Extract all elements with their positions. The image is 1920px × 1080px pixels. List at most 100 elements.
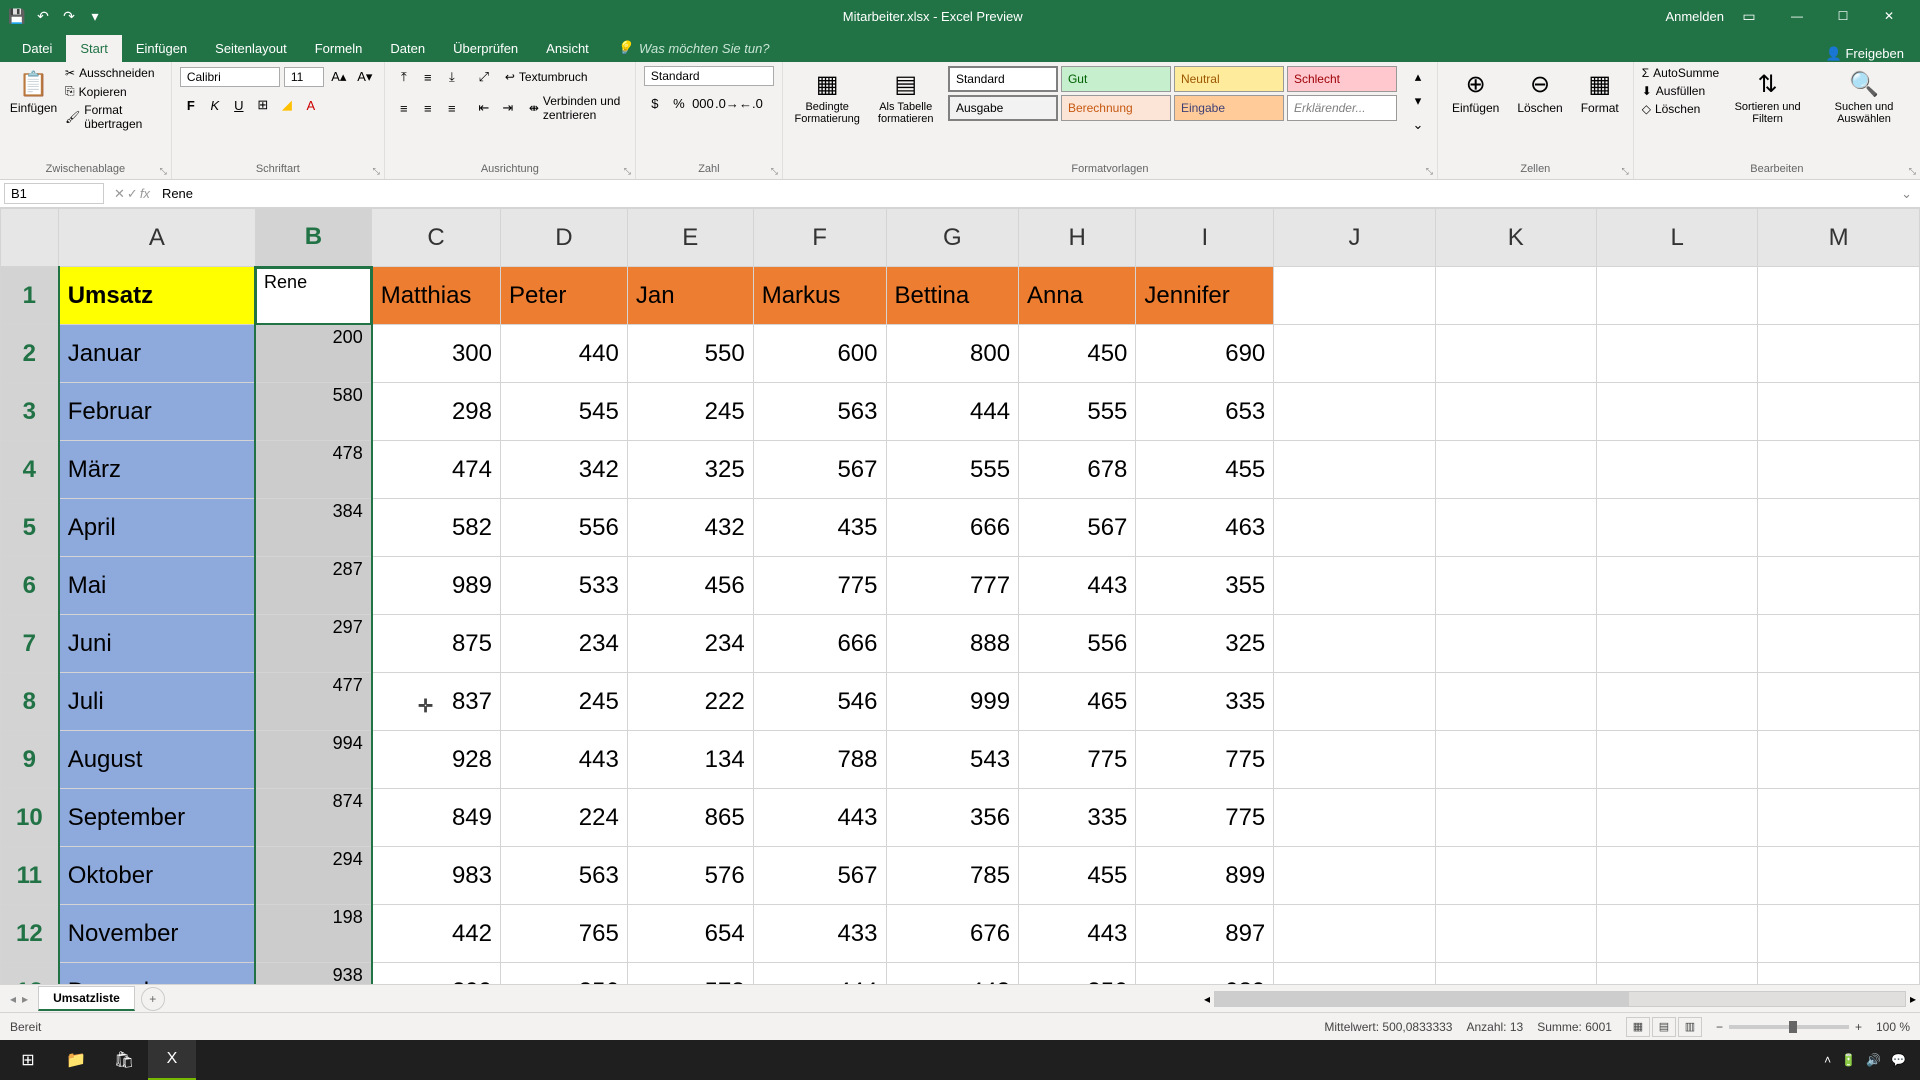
cell-L13[interactable] — [1596, 963, 1757, 985]
cell-H11[interactable]: 455 — [1019, 847, 1136, 905]
cell-D3[interactable]: 545 — [500, 383, 627, 441]
cell-L3[interactable] — [1596, 383, 1757, 441]
qat-more-icon[interactable]: ▾ — [86, 7, 104, 25]
cell-H6[interactable]: 443 — [1019, 557, 1136, 615]
sheet-tab-umsatzliste[interactable]: Umsatzliste — [38, 986, 135, 1011]
cell-J10[interactable] — [1274, 789, 1435, 847]
cell-M4[interactable] — [1758, 441, 1920, 499]
cell-K8[interactable] — [1435, 673, 1596, 731]
cell-G13[interactable]: 443 — [886, 963, 1019, 985]
cell-C7[interactable]: 875 — [372, 615, 501, 673]
horizontal-scrollbar[interactable]: ◂ ▸ — [1200, 990, 1920, 1008]
tab-daten[interactable]: Daten — [376, 35, 439, 62]
cell-C11[interactable]: 983 — [372, 847, 501, 905]
cell-A8[interactable]: Juli — [59, 673, 255, 731]
row-header-1[interactable]: 1 — [1, 267, 59, 325]
cell-D5[interactable]: 556 — [500, 499, 627, 557]
accept-formula-icon[interactable]: ✓ — [127, 186, 138, 202]
column-header-L[interactable]: L — [1596, 209, 1757, 267]
cell-G8[interactable]: 999 — [886, 673, 1019, 731]
cell-C8[interactable]: 837 — [372, 673, 501, 731]
currency-icon[interactable]: $ — [644, 92, 666, 114]
fill-color-button[interactable]: ◢ — [276, 94, 298, 116]
cell-I3[interactable]: 653 — [1136, 383, 1274, 441]
cell-F2[interactable]: 600 — [753, 325, 886, 383]
row-header-8[interactable]: 8 — [1, 673, 59, 731]
cell-C6[interactable]: 989 — [372, 557, 501, 615]
percent-icon[interactable]: % — [668, 92, 690, 114]
cell-D12[interactable]: 765 — [500, 905, 627, 963]
cell-C10[interactable]: 849 — [372, 789, 501, 847]
italic-button[interactable]: K — [204, 94, 226, 116]
cell-H9[interactable]: 775 — [1019, 731, 1136, 789]
cell-D13[interactable]: 356 — [500, 963, 627, 985]
cell-D7[interactable]: 234 — [500, 615, 627, 673]
style-neutral[interactable]: Neutral — [1174, 66, 1284, 92]
tell-me-search[interactable]: 💡 Was möchten Sie tun? — [603, 34, 784, 62]
cell-J1[interactable] — [1274, 267, 1435, 325]
cell-E5[interactable]: 432 — [627, 499, 753, 557]
cell-J6[interactable] — [1274, 557, 1435, 615]
cell-I13[interactable]: 989 — [1136, 963, 1274, 985]
cell-E4[interactable]: 325 — [627, 441, 753, 499]
cell-I8[interactable]: 335 — [1136, 673, 1274, 731]
cell-A5[interactable]: April — [59, 499, 255, 557]
cell-J3[interactable] — [1274, 383, 1435, 441]
cell-E7[interactable]: 234 — [627, 615, 753, 673]
view-normal-icon[interactable]: ▦ — [1626, 1017, 1650, 1037]
cell-I4[interactable]: 455 — [1136, 441, 1274, 499]
row-header-10[interactable]: 10 — [1, 789, 59, 847]
style-erklaerender[interactable]: Erklärender... — [1287, 95, 1397, 121]
cell-I6[interactable]: 355 — [1136, 557, 1274, 615]
cell-E3[interactable]: 245 — [627, 383, 753, 441]
cell-H4[interactable]: 678 — [1019, 441, 1136, 499]
cell-E13[interactable]: 578 — [627, 963, 753, 985]
cell-M7[interactable] — [1758, 615, 1920, 673]
zoom-level[interactable]: 100 % — [1876, 1020, 1910, 1034]
cell-I7[interactable]: 325 — [1136, 615, 1274, 673]
tab-start[interactable]: Start — [66, 35, 121, 62]
format-painter-button[interactable]: 🖌Format übertragen — [65, 103, 163, 131]
cell-L12[interactable] — [1596, 905, 1757, 963]
merge-center-button[interactable]: ⇼Verbinden und zentrieren — [529, 94, 627, 122]
column-header-C[interactable]: C — [372, 209, 501, 267]
cell-J7[interactable] — [1274, 615, 1435, 673]
cell-E2[interactable]: 550 — [627, 325, 753, 383]
cell-F13[interactable]: 444 — [753, 963, 886, 985]
row-header-6[interactable]: 6 — [1, 557, 59, 615]
cell-I10[interactable]: 775 — [1136, 789, 1274, 847]
cell-K13[interactable] — [1435, 963, 1596, 985]
cell-D10[interactable]: 224 — [500, 789, 627, 847]
style-berechnung[interactable]: Berechnung — [1061, 95, 1171, 121]
battery-icon[interactable]: 🔋 — [1841, 1053, 1856, 1067]
orientation-icon[interactable]: ⤢ — [473, 66, 495, 88]
cancel-formula-icon[interactable]: ✕ — [114, 186, 125, 202]
view-page-layout-icon[interactable]: ▤ — [1652, 1017, 1676, 1037]
cell-A6[interactable]: Mai — [59, 557, 255, 615]
worksheet-area[interactable]: ABCDEFGHIJKLM1UmsatzReneMatthiasPeterJan… — [0, 208, 1920, 984]
decrease-font-icon[interactable]: A▾ — [354, 66, 376, 88]
cell-F10[interactable]: 443 — [753, 789, 886, 847]
cell-L11[interactable] — [1596, 847, 1757, 905]
find-select-button[interactable]: 🔍Suchen und Auswählen — [1816, 66, 1912, 129]
cell-M8[interactable] — [1758, 673, 1920, 731]
cell-K4[interactable] — [1435, 441, 1596, 499]
cell-I2[interactable]: 690 — [1136, 325, 1274, 383]
increase-decimal-icon[interactable]: .0→ — [716, 92, 738, 114]
cell-M13[interactable] — [1758, 963, 1920, 985]
cell-E12[interactable]: 654 — [627, 905, 753, 963]
volume-icon[interactable]: 🔊 — [1866, 1053, 1881, 1067]
tab-einfuegen[interactable]: Einfügen — [122, 35, 201, 62]
cell-C4[interactable]: 474 — [372, 441, 501, 499]
cell-E11[interactable]: 576 — [627, 847, 753, 905]
cell-H8[interactable]: 465 — [1019, 673, 1136, 731]
tab-formeln[interactable]: Formeln — [301, 35, 377, 62]
cell-J4[interactable] — [1274, 441, 1435, 499]
cell-M1[interactable] — [1758, 267, 1920, 325]
column-header-J[interactable]: J — [1274, 209, 1435, 267]
style-standard[interactable]: Standard — [948, 66, 1058, 92]
tab-ueberpruefen[interactable]: Überprüfen — [439, 35, 532, 62]
tab-datei[interactable]: Datei — [8, 35, 66, 62]
sign-in-link[interactable]: Anmelden — [1665, 9, 1724, 24]
redo-icon[interactable]: ↷ — [60, 7, 78, 25]
